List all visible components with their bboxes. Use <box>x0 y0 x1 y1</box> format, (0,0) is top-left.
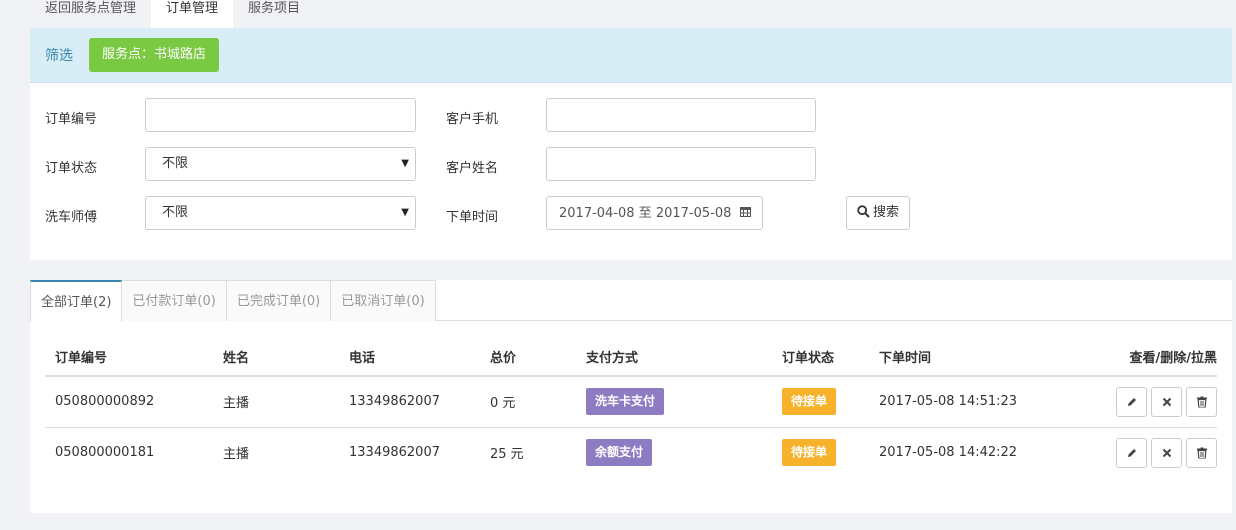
header-pay-method: 支付方式 <box>576 338 772 377</box>
cell-total: 25 元 <box>490 447 524 463</box>
cell-pay-method: 洗车卡支付 <box>576 376 772 428</box>
order-no-label: 订单编号 <box>45 112 98 127</box>
cell-time: 2017-05-08 14:42:22 <box>879 445 1018 461</box>
table-row: 050800000181 主播 13349862007 25 元 余额支付 待接… <box>45 427 1217 478</box>
header-total: 总价 <box>480 338 576 377</box>
close-icon <box>1162 448 1171 457</box>
trash-icon <box>1196 396 1207 408</box>
status-label: 订单状态 <box>45 161 98 176</box>
cell-phone: 13349862007 <box>349 445 440 461</box>
filter-panel: 筛选 服务点：书城路店 订单编号 客户手机 订单状态 不限 ▼ 客户姓名 洗车师… <box>30 28 1232 260</box>
cell-ops <box>1099 427 1217 478</box>
header-name: 姓名 <box>213 338 339 377</box>
search-button[interactable]: 搜索 <box>846 196 911 230</box>
tab-order-management[interactable]: 订单管理 <box>151 0 234 28</box>
washer-label: 洗车师傅 <box>45 210 98 225</box>
blacklist-button[interactable] <box>1186 437 1217 468</box>
pay-method-badge: 洗车卡支付 <box>586 388 665 416</box>
orders-table: 订单编号 姓名 电话 总价 支付方式 订单状态 下单时间 查看/删除/拉黑 05… <box>45 338 1217 478</box>
status-select-value: 不限 <box>162 156 189 171</box>
time-label: 下单时间 <box>446 210 499 225</box>
header-phone: 电话 <box>339 338 480 377</box>
header-time: 下单时间 <box>869 338 1099 377</box>
top-nav: 返回服务点管理 订单管理 服务项目 <box>30 0 315 28</box>
table-header-row: 订单编号 姓名 电话 总价 支付方式 订单状态 下单时间 查看/删除/拉黑 <box>45 338 1217 377</box>
store-button[interactable]: 服务点：书城路店 <box>89 38 220 72</box>
search-button-label: 搜索 <box>873 205 900 220</box>
tab-all-orders[interactable]: 全部订单(2) <box>30 280 123 322</box>
cell-status: 待接单 <box>772 376 869 428</box>
tab-completed-orders[interactable]: 已完成订单(0) <box>226 280 332 321</box>
tab-paid-orders[interactable]: 已付款订单(0) <box>122 280 227 321</box>
cell-pay-method: 余额支付 <box>576 427 772 478</box>
view-button[interactable] <box>1116 437 1147 468</box>
status-badge: 待接单 <box>782 388 837 416</box>
date-range-picker[interactable]: 2017-04-08 至 2017-05-08 <box>546 196 763 230</box>
pencil-icon <box>1127 397 1136 406</box>
trash-icon <box>1196 447 1207 459</box>
filter-title: 筛选 <box>45 48 73 64</box>
filter-header: 筛选 服务点：书城路店 <box>30 28 1232 83</box>
cell-status: 待接单 <box>772 427 869 478</box>
name-label: 客户姓名 <box>446 161 499 176</box>
blacklist-button[interactable] <box>1186 386 1217 417</box>
calendar-icon <box>739 197 751 229</box>
cell-time: 2017-05-08 14:51:23 <box>869 376 1099 428</box>
cell-phone: 13349862007 <box>339 376 480 428</box>
washer-select-value: 不限 <box>162 205 189 220</box>
search-icon <box>857 205 870 218</box>
tab-back-to-service-points[interactable]: 返回服务点管理 <box>30 0 151 28</box>
tab-service-items[interactable]: 服务项目 <box>233 0 315 28</box>
header-ops: 查看/删除/拉黑 <box>1099 338 1217 377</box>
cell-name: 主播 <box>213 376 339 428</box>
orders-panel: 全部订单(2) 已付款订单(0) 已完成订单(0) 已取消订单(0) 订单编号 … <box>30 280 1232 513</box>
delete-button[interactable] <box>1151 386 1182 417</box>
close-icon <box>1162 397 1171 406</box>
phone-label: 客户手机 <box>446 112 499 127</box>
pencil-icon <box>1127 448 1136 457</box>
cell-name: 主播 <box>223 447 250 463</box>
order-no-input[interactable] <box>145 98 416 132</box>
view-button[interactable] <box>1116 386 1147 417</box>
phone-input[interactable] <box>546 98 816 132</box>
tab-cancelled-orders[interactable]: 已取消订单(0) <box>331 280 436 321</box>
pay-method-badge: 余额支付 <box>586 439 653 467</box>
cell-total: 0 元 <box>480 376 576 428</box>
cell-order-no: 050800000892 <box>45 376 213 428</box>
washer-select[interactable]: 不限 ▼ <box>145 196 416 230</box>
caret-down-icon: ▼ <box>401 158 409 169</box>
caret-down-icon: ▼ <box>401 207 409 218</box>
status-badge: 待接单 <box>782 439 837 467</box>
cell-ops <box>1099 376 1217 428</box>
date-range-value: 2017-04-08 至 2017-05-08 <box>559 206 732 221</box>
header-status: 订单状态 <box>772 338 869 377</box>
status-select[interactable]: 不限 ▼ <box>145 147 416 181</box>
delete-button[interactable] <box>1151 437 1182 468</box>
order-tabs: 全部订单(2) 已付款订单(0) 已完成订单(0) 已取消订单(0) <box>30 280 1232 322</box>
name-input[interactable] <box>546 147 816 181</box>
header-order-no: 订单编号 <box>45 338 213 377</box>
cell-order-no: 050800000181 <box>55 445 155 461</box>
table-row: 050800000892 主播 13349862007 0 元 洗车卡支付 待接… <box>45 376 1217 428</box>
